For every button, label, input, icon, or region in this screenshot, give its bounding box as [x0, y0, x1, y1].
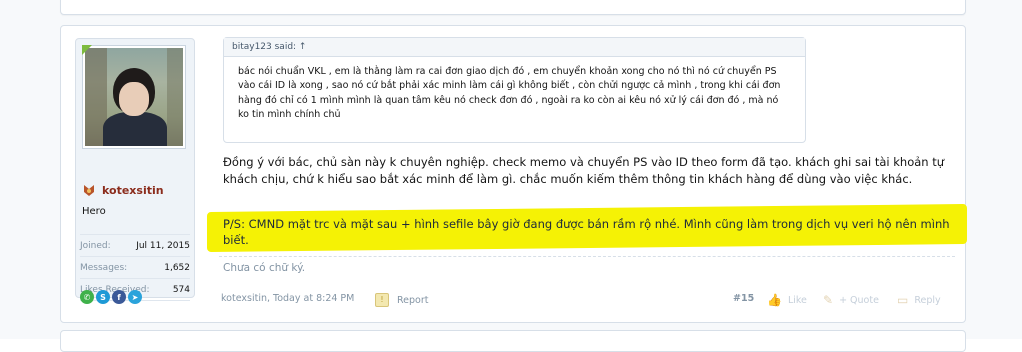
telegram-icon[interactable]: ➤ [128, 290, 142, 304]
user-title: Hero [82, 206, 106, 217]
report-button[interactable]: ! Report [375, 293, 429, 307]
like-button[interactable]: 👍 Like [767, 293, 807, 307]
thumbs-up-icon: 👍 [767, 293, 782, 307]
warning-icon: ! [375, 293, 389, 307]
signature: Chưa có chữ ký. [223, 262, 306, 274]
online-indicator [82, 45, 92, 55]
skype-icon[interactable]: S [96, 290, 110, 304]
quote-icon: ✎ [823, 293, 834, 307]
message-text: Đồng ý với bác, chủ sàn này k chuyên ngh… [223, 155, 945, 186]
reply-icon: ▭ [897, 293, 909, 307]
post-footer: kotexsitin, Today at 8:24 PM ! Report #1… [221, 293, 961, 307]
stat-messages: Messages: 1,652 [80, 257, 190, 279]
facebook-icon[interactable]: f [112, 290, 126, 304]
stat-joined: Joined: Jul 11, 2015 [80, 235, 190, 257]
social-icons: ✆ S f ➤ [80, 290, 142, 304]
phone-icon[interactable]: ✆ [80, 290, 94, 304]
quote-button[interactable]: ✎ + Quote [823, 293, 879, 307]
next-post [60, 330, 966, 352]
previous-post [60, 0, 966, 15]
forum-post: kotexsitin Hero Joined: Jul 11, 2015 Mes… [60, 25, 967, 323]
quote-block: bitay123 said: ↑ bác nói chuẩn VKL , em … [223, 37, 806, 143]
reply-button[interactable]: ▭ Reply [897, 293, 941, 307]
post-number[interactable]: #15 [733, 293, 754, 304]
quote-header[interactable]: bitay123 said: ↑ [224, 38, 805, 57]
quote-body: bác nói chuẩn VKL , em là thằng làm ra c… [238, 66, 781, 120]
rank-icon [84, 185, 94, 196]
post-author-time[interactable]: kotexsitin, Today at 8:24 PM [221, 293, 354, 304]
username[interactable]: kotexsitin [102, 184, 164, 197]
signature-separator [219, 256, 955, 257]
message-ps: P/S: CMND mặt trc và mặt sau + hình sefi… [223, 217, 950, 247]
avatar[interactable] [82, 45, 186, 149]
user-panel: kotexsitin Hero Joined: Jul 11, 2015 Mes… [75, 38, 195, 304]
